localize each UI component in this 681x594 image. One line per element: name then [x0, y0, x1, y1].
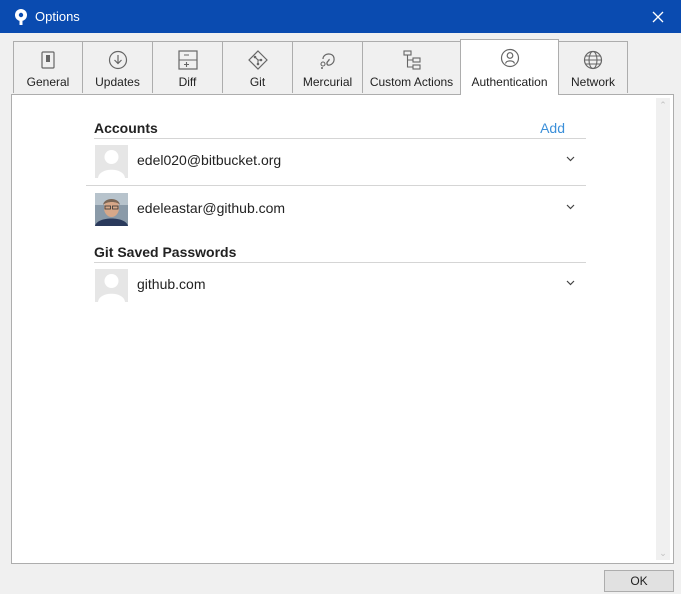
window-title: Options [35, 9, 80, 24]
account-row[interactable]: edel020@bitbucket.org [86, 137, 586, 186]
tab-label: Git [249, 75, 266, 89]
default-avatar [95, 145, 128, 178]
vertical-scrollbar[interactable]: ⌃ ⌄ [656, 98, 670, 560]
scroll-down-icon[interactable]: ⌄ [656, 546, 670, 560]
tab-updates[interactable]: Updates [82, 41, 153, 93]
git-saved-passwords-section-header: Git Saved Passwords [94, 242, 586, 263]
tab-label: Authentication [471, 75, 548, 89]
download-circle-icon [108, 50, 127, 70]
chevron-down-icon[interactable] [562, 151, 578, 167]
chevron-down-icon[interactable] [562, 275, 578, 291]
options-dialog-body: General Updates Diff Git Mercurial Custo… [0, 33, 681, 594]
title-bar: Options [0, 0, 681, 33]
close-button[interactable] [635, 0, 681, 33]
tab-general[interactable]: General [13, 41, 83, 93]
saved-password-host: github.com [137, 276, 206, 292]
close-icon [652, 11, 664, 22]
git-diamond-icon [247, 50, 268, 70]
accounts-section-header: Accounts Add [94, 118, 586, 139]
tab-git[interactable]: Git [222, 41, 293, 93]
user-circle-icon [500, 48, 519, 68]
git-saved-passwords-heading: Git Saved Passwords [94, 244, 237, 260]
default-avatar [95, 269, 128, 302]
mercurial-drop-icon [319, 53, 335, 69]
account-row[interactable]: edeleastar@github.com [86, 185, 586, 233]
person-placeholder-icon [95, 145, 128, 178]
tab-label: Custom Actions [369, 75, 454, 89]
chevron-down-icon[interactable] [562, 199, 578, 215]
saved-password-row[interactable]: github.com [86, 261, 586, 309]
tab-authentication[interactable]: Authentication [460, 39, 559, 95]
globe-icon [583, 50, 603, 70]
person-placeholder-icon [95, 269, 128, 302]
tab-label: Diff [178, 75, 197, 89]
ok-button[interactable]: OK [604, 570, 674, 592]
tab-network[interactable]: Network [558, 41, 628, 93]
hierarchy-icon [402, 50, 421, 70]
photo-avatar [95, 193, 128, 226]
tab-label: Network [570, 75, 615, 89]
toggle-switch-icon [41, 51, 55, 69]
add-account-link[interactable]: Add [540, 120, 565, 136]
accounts-heading: Accounts [94, 120, 158, 136]
plus-minus-document-icon [177, 50, 198, 70]
tab-label: General [26, 75, 70, 89]
scroll-up-icon[interactable]: ⌃ [656, 98, 670, 112]
tab-label: Updates [95, 75, 140, 89]
user-photo [95, 193, 128, 226]
account-name: edeleastar@github.com [137, 200, 286, 216]
tab-mercurial[interactable]: Mercurial [292, 41, 363, 93]
tab-label: Mercurial [302, 75, 353, 89]
sourcetree-icon [15, 9, 27, 25]
account-name: edel020@bitbucket.org [137, 152, 282, 168]
authentication-panel: ⌃ ⌄ Accounts Add edel020@bitbucket.org e… [11, 94, 674, 564]
tab-diff[interactable]: Diff [152, 41, 223, 93]
tab-custom-actions[interactable]: Custom Actions [362, 41, 461, 93]
